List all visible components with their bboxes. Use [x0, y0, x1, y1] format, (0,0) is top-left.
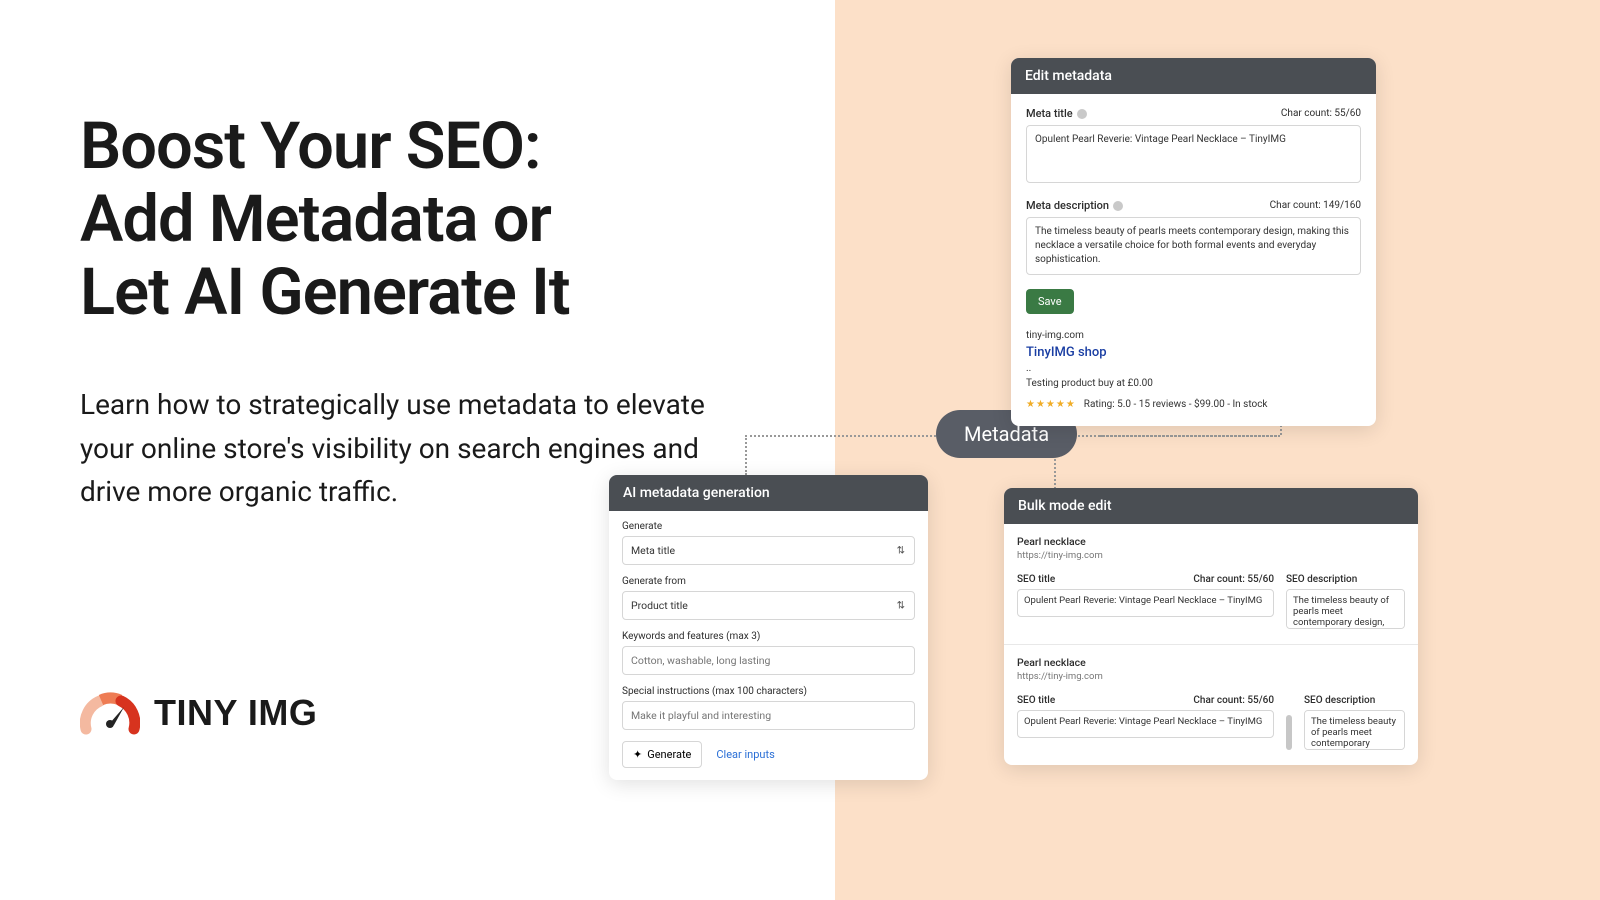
headline-line: Add Metadata or [80, 181, 551, 257]
keywords-input[interactable] [622, 646, 915, 675]
seo-title-input[interactable]: Opulent Pearl Reverie: Vintage Pearl Nec… [1017, 589, 1274, 617]
instructions-label: Special instructions (max 100 characters… [622, 686, 915, 697]
headline-line: Let AI Generate It [80, 254, 570, 330]
hero-block: Boost Your SEO: Add Metadata or Let AI G… [80, 110, 740, 514]
headline: Boost Your SEO: Add Metadata or Let AI G… [80, 110, 740, 328]
panel-title: AI metadata generation [609, 475, 928, 511]
instructions-input[interactable] [622, 701, 915, 730]
generate-select[interactable]: Meta title [622, 536, 915, 565]
seo-title-label: SEO title [1017, 574, 1055, 585]
generate-label: Generate [622, 521, 915, 532]
info-icon[interactable] [1113, 201, 1123, 211]
save-button[interactable]: Save [1026, 289, 1074, 314]
seo-desc-label: SEO description [1304, 695, 1375, 706]
meta-title-char-count: Char count: 55/60 [1281, 108, 1361, 119]
edit-metadata-panel: Edit metadata Meta title Char count: 55/… [1011, 58, 1376, 426]
clear-inputs-button[interactable]: Clear inputs [716, 748, 774, 761]
meta-title-label: Meta title [1026, 107, 1087, 120]
panel-title: Edit metadata [1011, 58, 1376, 94]
meta-desc-char-count: Char count: 149/160 [1270, 200, 1361, 211]
bulk-row: Pearl necklace https://tiny-img.com SEO … [1004, 645, 1418, 765]
sparkle-icon: ✦ [633, 748, 642, 761]
info-icon[interactable] [1077, 109, 1087, 119]
panel-title: Bulk mode edit [1004, 488, 1418, 524]
generate-button[interactable]: ✦ Generate [622, 741, 702, 768]
connector-line [745, 435, 747, 475]
seo-desc-input[interactable]: The timeless beauty of pearls meet conte… [1286, 589, 1405, 629]
seo-title-char-count: Char count: 55/60 [1193, 695, 1274, 706]
seo-title-char-count: Char count: 55/60 [1193, 574, 1274, 585]
bulk-row: Pearl necklace https://tiny-img.com SEO … [1004, 524, 1418, 645]
ai-generation-panel: AI metadata generation Generate Meta tit… [609, 475, 928, 780]
scrollbar-handle[interactable] [1286, 715, 1292, 750]
bulk-product-url: https://tiny-img.com [1017, 671, 1405, 682]
bulk-edit-panel: Bulk mode edit Pearl necklace https://ti… [1004, 488, 1418, 765]
preview-url: tiny-img.com [1026, 330, 1361, 341]
bulk-product-name: Pearl necklace [1017, 656, 1405, 669]
seo-title-label: SEO title [1017, 695, 1055, 706]
gauge-icon [80, 691, 140, 735]
meta-title-input[interactable]: Opulent Pearl Reverie: Vintage Pearl Nec… [1026, 125, 1361, 183]
bulk-product-name: Pearl necklace [1017, 535, 1405, 548]
rating-text: Rating: 5.0 - 15 reviews - $99.00 - In s… [1084, 399, 1268, 410]
brand-name: TINY IMG [154, 692, 317, 734]
connector-line [1054, 459, 1056, 489]
keywords-label: Keywords and features (max 3) [622, 631, 915, 642]
meta-desc-label: Meta description [1026, 199, 1123, 212]
generate-from-select[interactable]: Product title [622, 591, 915, 620]
meta-desc-input[interactable]: The timeless beauty of pearls meets cont… [1026, 217, 1361, 275]
seo-title-input[interactable]: Opulent Pearl Reverie: Vintage Pearl Nec… [1017, 710, 1274, 738]
seo-desc-input[interactable]: The timeless beauty of pearls meet conte… [1304, 710, 1405, 750]
star-icon: ★★★★★ [1026, 399, 1076, 410]
generate-from-label: Generate from [622, 576, 915, 587]
serp-preview: tiny-img.com TinyIMG shop .. Testing pro… [1026, 330, 1361, 411]
headline-line: Boost Your SEO: [80, 108, 541, 184]
preview-title: TinyIMG shop [1026, 345, 1361, 360]
bulk-product-url: https://tiny-img.com [1017, 550, 1405, 561]
brand-logo: TINY IMG [80, 691, 317, 735]
preview-dots: .. [1026, 363, 1361, 374]
seo-desc-label: SEO description [1286, 574, 1357, 585]
preview-product-line: Testing product buy at £0.00 [1026, 378, 1361, 389]
